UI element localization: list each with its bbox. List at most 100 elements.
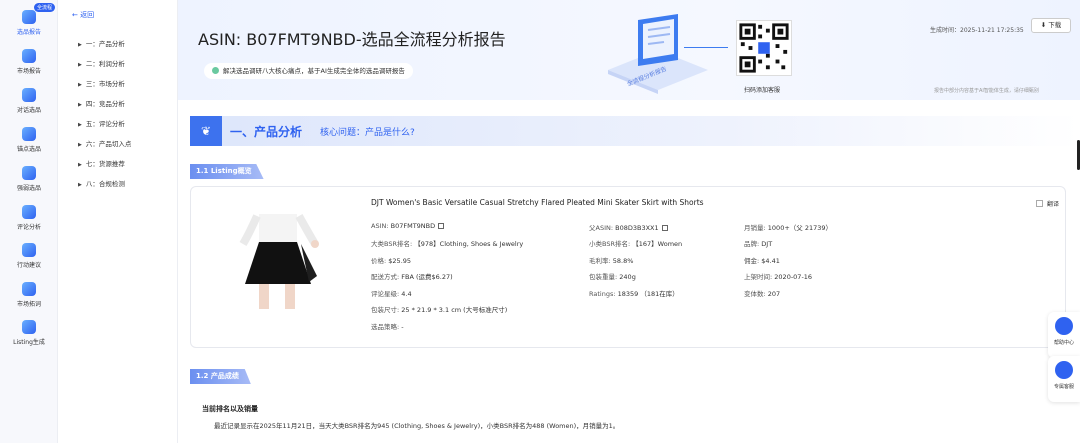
field-value: FBA (运费$6.27) [401, 273, 453, 281]
copy-icon[interactable] [438, 223, 445, 229]
rail-item-anchor[interactable]: 锚点选品 [0, 127, 58, 153]
check-icon [212, 67, 219, 74]
review-icon [22, 205, 36, 219]
field-key: 毛利率: [589, 257, 611, 265]
anchor-icon [22, 127, 36, 141]
caret-right-icon: ▶ [78, 42, 82, 48]
caret-right-icon: ▶ [78, 162, 82, 168]
rail-item-report[interactable]: 选品报告 [0, 10, 58, 36]
product-analysis-icon: ❦ [190, 116, 222, 146]
field-key: 父ASIN: [589, 224, 614, 232]
qr-caption: 扫码添加客服 [744, 87, 781, 94]
left-rail: 全流程 选品报告 市场报告 对话选品 锚点选品 强弱选品 评论分析 行动建议 市… [0, 0, 58, 443]
checkbox-icon [1036, 200, 1043, 207]
field-key: 配送方式: [371, 273, 400, 281]
translate-checkbox[interactable]: 翻译 [1036, 199, 1059, 208]
rail-label: 市场报告 [16, 68, 41, 75]
toc-item-source[interactable]: ▶ 七：货源推荐 [78, 158, 125, 168]
rail-item-chat[interactable]: 对话选品 [0, 88, 58, 114]
toc-label: 一：产品分析 [85, 40, 125, 48]
field-key: ASIN: [371, 222, 389, 230]
field-value: 240g [619, 273, 636, 281]
toc-item-competitor[interactable]: ▶ 四：竞品分析 [78, 98, 125, 108]
field-value: 【167】Women [632, 240, 683, 248]
rail-label: 锚点选品 [16, 146, 41, 153]
toc-label: 四：竞品分析 [85, 100, 125, 108]
field-ratings: Ratings: 18359 （181在库） [589, 288, 679, 298]
field-value: 18359 （181在库） [617, 290, 679, 298]
rail-item-strength[interactable]: 强弱选品 [0, 166, 58, 192]
chat-icon [22, 88, 36, 102]
customer-service-button[interactable]: 专属客服 [1048, 356, 1080, 402]
field-key: 包装尺寸: [371, 306, 400, 314]
toc-item-profit[interactable]: ▶ 二：利润分析 [78, 58, 125, 68]
rail-label: 对话选品 [16, 107, 41, 114]
field-asin: ASIN: B07FMT9NBD [371, 222, 445, 230]
toc-item-entry[interactable]: ▶ 六：产品切入点 [78, 138, 131, 148]
field-fulfillment: 配送方式: FBA (运费$6.27) [371, 271, 453, 281]
rail-label: Listing生成 [13, 339, 45, 346]
toc-item-product[interactable]: ▶ 一：产品分析 [78, 38, 125, 48]
field-key: 大类BSR排名: [371, 240, 413, 248]
rail-item-action[interactable]: 行动建议 [0, 243, 58, 269]
back-label: 返回 [80, 11, 95, 19]
generated-time: 生成时间：2025-11-21 17:25:35 [930, 27, 1024, 34]
rail-item-keyword[interactable]: 市场拓词 [0, 282, 58, 308]
caret-right-icon: ▶ [78, 102, 82, 108]
toc-label: 六：产品切入点 [85, 140, 132, 148]
subtitle-text: 解决选品调研八大核心痛点，基于AI生成完全体的选品调研报告 [223, 67, 405, 75]
download-button[interactable]: ⬇ 下载 [1031, 18, 1071, 33]
section-header: ❦ 一、产品分析 核心问题：产品是什么? [190, 116, 1080, 146]
strength-icon [22, 166, 36, 180]
field-parent-asin: 父ASIN: B08D3B3XX1 [589, 222, 668, 232]
help-center-button[interactable]: 帮助中心 [1048, 312, 1080, 358]
field-key: 品牌: [744, 240, 760, 248]
rail-item-review[interactable]: 评论分析 [0, 205, 58, 231]
toc-item-review[interactable]: ▶ 五：评论分析 [78, 118, 125, 128]
field-monthly-sales: 月销量: 1000+（父 21739） [744, 222, 832, 232]
field-key: Ratings: [589, 290, 616, 298]
field-value: 207 [767, 290, 781, 298]
toc-label: 三：市场分析 [85, 80, 125, 88]
field-value: 1000+（父 21739） [767, 224, 833, 232]
field-value: B08D3B3XX1 [615, 224, 659, 232]
ai-disclaimer: 报告中部分内容基于AI智能体生成，请仔细甄别 [934, 88, 1039, 94]
toc-item-compliance[interactable]: ▶ 八：合规检测 [78, 178, 125, 188]
field-value: $25.95 [388, 257, 412, 265]
listing-card: DJT Women's Basic Versatile Casual Stret… [190, 186, 1066, 348]
rail-item-market[interactable]: 市场报告 [0, 49, 58, 75]
caret-right-icon: ▶ [78, 62, 82, 68]
ranking-heading: 当前排名以及销量 [202, 405, 258, 413]
field-variants: 变体数: 207 [744, 288, 780, 298]
report-header: ASIN: B07FMT9NBD-选品全流程分析报告 解决选品调研八大核心痛点，… [178, 0, 1080, 100]
field-strategy: 选品策略: - [371, 321, 404, 331]
field-margin: 毛利率: 58.8% [589, 255, 633, 265]
field-key: 变体数: [744, 290, 766, 298]
caret-right-icon: ▶ [78, 142, 82, 148]
qr-code [736, 20, 792, 76]
toc-label: 二：利润分析 [85, 60, 125, 68]
rail-label: 选品报告 [16, 29, 41, 36]
market-icon [22, 49, 36, 63]
field-package-size: 包装尺寸: 25 * 21.9 * 3.1 cm (大号标准尺寸) [371, 304, 507, 314]
field-value: 58.8% [612, 257, 634, 265]
report-illustration: 全流程分析报告 [608, 14, 708, 94]
rail-item-listing[interactable]: Listing生成 [0, 320, 58, 346]
table-of-contents: ← 返回 ▶ 一：产品分析 ▶ 二：利润分析 ▶ 三：市场分析 ▶ 四：竞品分析 ▶ 五：… [58, 0, 178, 443]
copy-icon[interactable] [661, 225, 668, 231]
toc-label: 八：合规检测 [85, 180, 125, 188]
field-weight: 包装重量: 240g [589, 271, 636, 281]
field-key: 选品策略: [371, 323, 400, 331]
field-value: B07FMT9NBD [390, 222, 436, 230]
field-key: 小类BSR排名: [589, 240, 631, 248]
toc-item-market[interactable]: ▶ 三：市场分析 [78, 78, 125, 88]
field-value: 2020-07-16 [774, 273, 813, 281]
field-commission: 佣金: $4.41 [744, 255, 780, 265]
rail-label: 强弱选品 [16, 185, 41, 192]
back-link[interactable]: ← 返回 [72, 10, 94, 20]
toc-label: 七：货源推荐 [85, 160, 125, 168]
translate-label: 翻译 [1047, 201, 1060, 208]
toc-label: 五：评论分析 [85, 120, 125, 128]
caret-right-icon: ▶ [78, 122, 82, 128]
listing-overview-chip: 1.1 Listing概览 [190, 164, 264, 179]
